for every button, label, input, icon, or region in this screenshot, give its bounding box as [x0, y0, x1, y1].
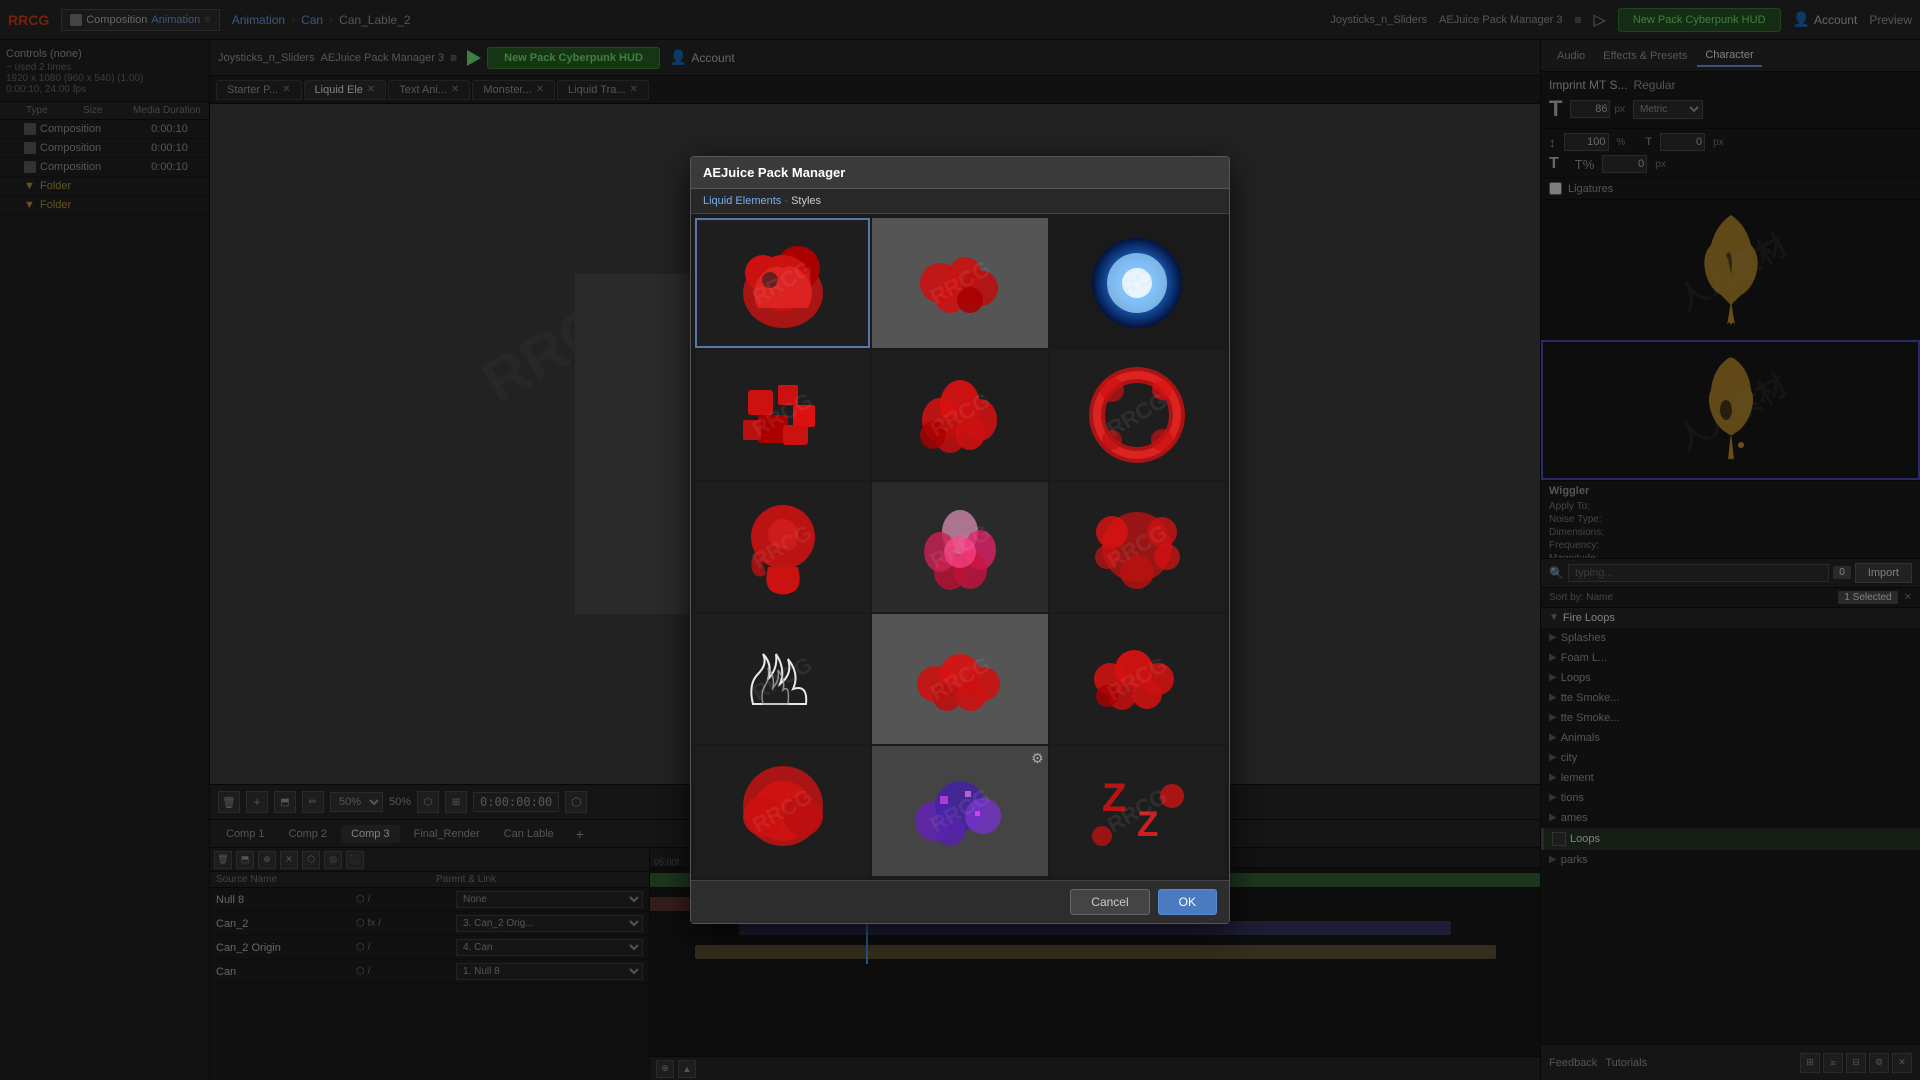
- modal-overlay: AEJuice Pack Manager Liquid Elements - S…: [0, 0, 1920, 1080]
- modal-grid: RRCG RRCG: [691, 214, 1229, 880]
- modal-cell-15[interactable]: Z Z RRCG: [1050, 746, 1225, 876]
- modal-cell-5[interactable]: RRCG: [872, 350, 1047, 480]
- ok-button[interactable]: OK: [1158, 889, 1217, 915]
- fire-svg-1: [728, 228, 838, 338]
- modal-content: RRCG RRCG: [691, 214, 1229, 880]
- breadcrumb-sub: Styles: [791, 195, 821, 207]
- modal-breadcrumb: Liquid Elements - Styles: [691, 189, 1229, 214]
- fire-svg-blocks: [728, 360, 838, 470]
- fire-svg-outline: [728, 624, 838, 734]
- fire-svg-petals: [905, 360, 1015, 470]
- fire-svg-blue: [1082, 228, 1192, 338]
- svg-text:Z: Z: [1102, 776, 1126, 820]
- modal-cell-11[interactable]: RRCG: [872, 614, 1047, 744]
- modal-cell-10[interactable]: RRCG: [695, 614, 870, 744]
- svg-text:Z: Z: [1137, 805, 1158, 844]
- modal-cell-7[interactable]: RRCG: [695, 482, 870, 612]
- modal-cell-8[interactable]: RRCG: [872, 482, 1047, 612]
- modal-cell-9[interactable]: RRCG: [1050, 482, 1225, 612]
- modal-cell-3[interactable]: RRCG: [1050, 218, 1225, 348]
- fire-svg-large: [728, 756, 838, 866]
- cancel-button[interactable]: Cancel: [1070, 889, 1149, 915]
- modal-header: AEJuice Pack Manager: [691, 157, 1229, 189]
- fire-svg-burst2: [1082, 492, 1192, 602]
- fire-svg-drip: [728, 492, 838, 602]
- aejuice-modal: AEJuice Pack Manager Liquid Elements - S…: [690, 156, 1230, 924]
- breadcrumb-root: Liquid Elements: [703, 195, 781, 207]
- modal-footer: Cancel OK: [691, 880, 1229, 923]
- fire-svg-flower: [905, 492, 1015, 602]
- modal-cell-4[interactable]: RRCG: [695, 350, 870, 480]
- modal-cell-12[interactable]: RRCG: [1050, 614, 1225, 744]
- modal-cell-1[interactable]: RRCG: [695, 218, 870, 348]
- modal-title: AEJuice Pack Manager: [703, 165, 845, 180]
- fire-svg-ring: [1082, 360, 1192, 470]
- fire-svg-purple: [905, 756, 1015, 866]
- fire-svg-zz: Z Z: [1082, 756, 1192, 866]
- fire-svg-cluster: [905, 624, 1015, 734]
- modal-cell-2[interactable]: RRCG: [872, 218, 1047, 348]
- modal-cell-13[interactable]: RRCG: [695, 746, 870, 876]
- fire-svg-cluster2: [1082, 624, 1192, 734]
- modal-cell-6[interactable]: RRCG: [1050, 350, 1225, 480]
- modal-cell-14[interactable]: ⚙ RRCG: [872, 746, 1047, 876]
- settings-gear-icon[interactable]: ⚙: [1031, 750, 1044, 767]
- fire-svg-2: [905, 228, 1015, 338]
